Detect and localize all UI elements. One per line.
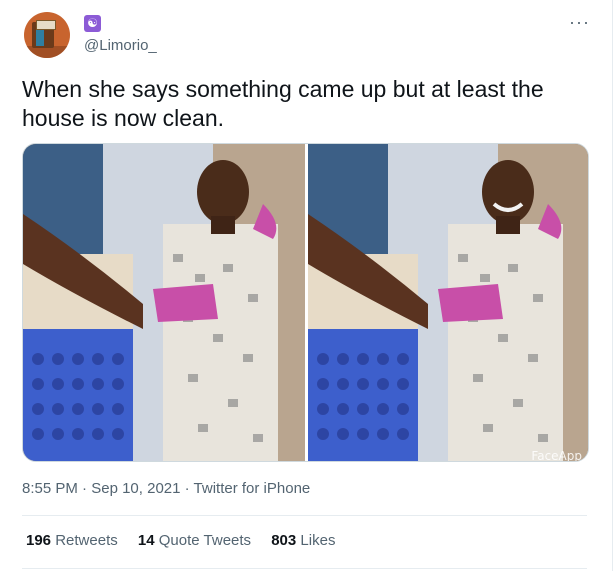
avatar-door [36, 30, 44, 46]
photo-panel-right[interactable]: FaceApp [308, 144, 588, 462]
divider-top [22, 515, 587, 516]
retweets-count: 196 [26, 532, 52, 549]
quote-tweets-stat[interactable]: 14 Quote Tweets [138, 532, 251, 549]
tweet-source[interactable]: Twitter for iPhone [194, 480, 311, 497]
meta-separator-1: · [82, 480, 88, 497]
photo-right-illustration [308, 144, 588, 461]
tweet-date[interactable]: Sep 10, 2021 [91, 480, 180, 497]
meta-separator-2: · [184, 480, 190, 497]
likes-label: Likes [300, 532, 336, 549]
divider-bottom [22, 568, 587, 569]
user-handle[interactable]: @Limorio_ [84, 37, 157, 54]
more-options-icon[interactable]: ··· [569, 12, 590, 33]
tweet-card: ☯ @Limorio_ ··· When she says something … [0, 0, 613, 571]
tweet-meta: 8:55 PM · Sep 10, 2021 · Twitter for iPh… [22, 480, 310, 497]
photo-panel-left[interactable] [23, 144, 305, 461]
tweet-time[interactable]: 8:55 PM [22, 480, 78, 497]
avatar-sign [36, 20, 56, 30]
avatar[interactable] [24, 12, 70, 58]
likes-count: 803 [271, 532, 297, 549]
tweet-stats: 196 Retweets 14 Quote Tweets 803 Likes [26, 532, 351, 549]
faceapp-watermark: FaceApp [531, 449, 582, 462]
retweets-stat[interactable]: 196 Retweets [26, 532, 118, 549]
yin-yang-icon: ☯ [84, 15, 101, 32]
tweet-media[interactable]: FaceApp [22, 143, 589, 462]
tweet-text: When she says something came up but at l… [22, 76, 544, 131]
quote-tweets-count: 14 [137, 532, 155, 549]
retweets-label: Retweets [55, 532, 118, 549]
photo-left-illustration [23, 144, 305, 461]
quote-tweets-label: Quote Tweets [158, 532, 252, 549]
likes-stat[interactable]: 803 Likes [271, 532, 335, 549]
display-name-row[interactable]: ☯ [84, 14, 101, 32]
